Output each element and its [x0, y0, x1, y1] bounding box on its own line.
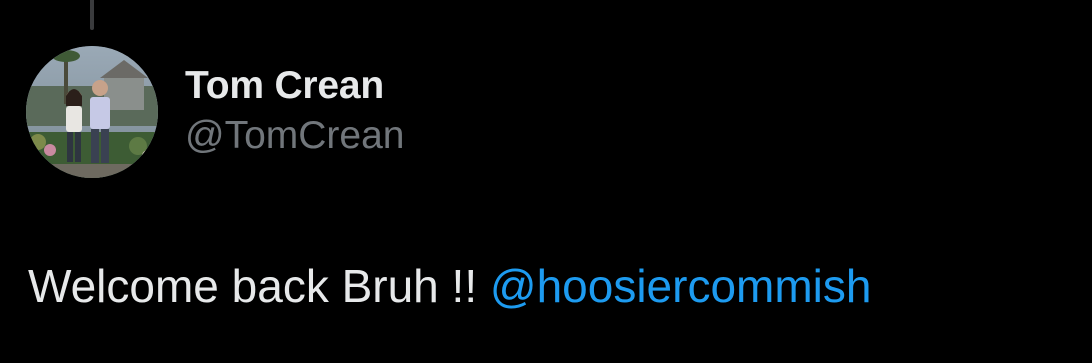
mention-link[interactable]: @hoosiercommish	[490, 260, 872, 312]
author-display-name[interactable]: Tom Crean	[185, 62, 405, 110]
thread-connector-line	[90, 0, 94, 30]
author-avatar[interactable]	[26, 46, 158, 178]
author-handle[interactable]: @TomCrean	[185, 112, 405, 160]
avatar-photo	[26, 46, 158, 178]
tweet-text: Welcome back Bruh !!	[28, 260, 478, 312]
tweet-author: Tom Crean @TomCrean	[185, 62, 405, 160]
tweet-body: Welcome back Bruh !! @hoosiercommish	[28, 258, 871, 314]
